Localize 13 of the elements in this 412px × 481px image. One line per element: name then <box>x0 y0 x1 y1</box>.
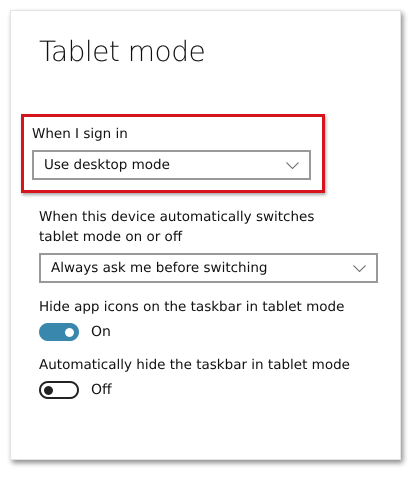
toggle-switch[interactable] <box>39 381 79 399</box>
setting-label: Hide app icons on the taskbar in tablet mode <box>39 298 346 317</box>
chevron-down-icon <box>353 264 366 272</box>
toggle-state: On <box>91 324 111 340</box>
setting-label: When this device automatically switches tablet mode on or off <box>39 208 316 247</box>
setting-label: Automatically hide the taskbar in tablet mode <box>39 356 351 375</box>
dropdown[interactable]: Always ask me before switching <box>39 253 378 283</box>
dropdown[interactable]: Use desktop mode <box>32 150 311 180</box>
page-title: Tablet mode <box>39 35 206 68</box>
toggle-state: Off <box>91 382 112 398</box>
setting-label: When I sign in <box>32 125 129 144</box>
chevron-down-icon <box>286 162 299 168</box>
toggle-switch[interactable] <box>39 323 79 341</box>
